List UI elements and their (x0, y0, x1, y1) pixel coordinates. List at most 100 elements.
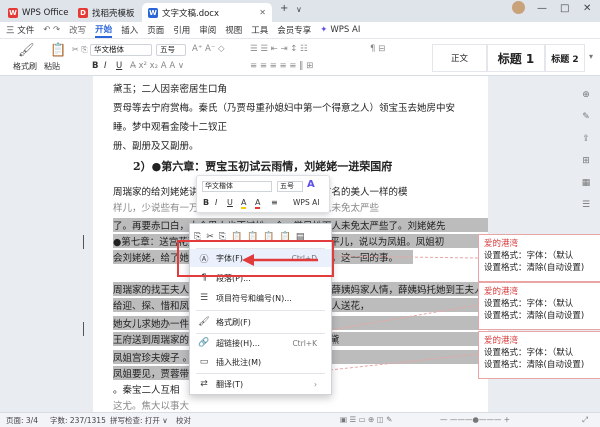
mini-font-size-select[interactable]: 五号 (277, 181, 303, 192)
text-cursor-marker (83, 322, 84, 336)
wps-ai-button[interactable]: ✦ WPS AI (320, 25, 360, 35)
mini-underline-button[interactable]: U (227, 198, 233, 207)
word-count[interactable]: 字数: 237/1315 (50, 415, 106, 426)
mini-italic-button[interactable]: I (215, 198, 217, 207)
close-tab-icon[interactable]: ✕ (259, 8, 266, 17)
paragraph-tools[interactable]: ¶ ⊟ (370, 44, 385, 54)
spell-check-toggle[interactable]: 拼写检查: 打开 ∨ (110, 415, 168, 426)
tab-insert[interactable]: 插入 (121, 24, 138, 36)
clipboard-tools[interactable]: ✂ ⎘ (72, 45, 88, 55)
mini-font-name-select[interactable]: 华文楷体 (202, 181, 272, 192)
style-heading2[interactable]: 标题 2 (545, 44, 585, 72)
style-heading2-label: 标题 2 (551, 54, 579, 65)
comment-text: 设置格式：字体：（默认 (484, 299, 574, 309)
tab-member[interactable]: 会员专享 (277, 24, 311, 36)
menu-item-bullets[interactable]: ☰ 项目符号和编号(N)... (190, 289, 331, 307)
format-brush-icon: 🖌 (198, 317, 210, 327)
format-brush-label[interactable]: 格式刷 (13, 61, 37, 72)
menu-separator (196, 373, 325, 374)
paste-icon[interactable]: 📋 (50, 43, 66, 58)
comment-card[interactable]: 爱的港湾 设置格式：字体：（默认 设置格式：清除(自动设置) (478, 282, 600, 330)
new-tab-button[interactable]: + (280, 3, 288, 14)
undo-redo-buttons[interactable]: ↶ ↷ (43, 25, 60, 35)
page-indicator[interactable]: 页面: 3/4 (6, 415, 38, 426)
title-bar: W WPS Office D 找稻壳模板 W 文字文稿.docx ✕ + ∨ —… (0, 0, 600, 22)
sidebar-format-icon[interactable]: ⊞ (578, 150, 594, 172)
comment-text: 设置格式：清除(自动设置) (484, 360, 585, 370)
mini-wps-ai-button[interactable]: WPS AI (293, 198, 319, 207)
tab-wps-office[interactable]: W WPS Office (2, 3, 74, 22)
minimize-button[interactable]: — (537, 3, 547, 14)
sidebar-table-icon[interactable]: ▦ (578, 172, 594, 194)
style-normal[interactable]: 正文 (432, 44, 487, 72)
status-bar: 页面: 3/4 字数: 237/1315 拼写检查: 打开 ∨ 校对 ▣ ☰ ▭… (0, 412, 600, 427)
menu-item-translate[interactable]: ⇄ 翻译(T) › (190, 375, 331, 393)
tab-list-button[interactable]: ∨ (296, 5, 302, 14)
mini-font-color-button[interactable]: A (255, 198, 261, 209)
paste-label[interactable]: 粘贴 (44, 61, 60, 72)
comment-icon: ▭ (199, 357, 209, 367)
font-size-select[interactable]: 五号 (156, 44, 186, 56)
bullets-icon: ☰ (199, 293, 209, 303)
close-window-button[interactable]: ✕ (583, 3, 591, 14)
menu-item-insert-comment[interactable]: ▭ 插入批注(M) (190, 353, 331, 371)
mini-bold-button[interactable]: B (203, 198, 209, 207)
style-heading1[interactable]: 标题 1 (487, 44, 545, 72)
comment-text: 设置格式：字体：（默认 (484, 348, 574, 358)
menu-separator (196, 310, 325, 311)
doc-line: 。秦宝二人互相 (113, 385, 180, 396)
sidebar-share-icon[interactable]: ⇪ (578, 128, 594, 150)
proofread-button[interactable]: 校对 (176, 415, 191, 426)
align-buttons[interactable]: ≡ ≡ ≡ ≡ ≡ ‖ ⊞ (250, 61, 313, 71)
menu-item-hyperlink[interactable]: 🔗 超链接(H)... Ctrl+K (190, 334, 331, 352)
font-name-select[interactable]: 华文楷体 (90, 44, 152, 56)
annotation-arrow (242, 254, 318, 266)
comment-connectors (330, 255, 479, 371)
view-mode-buttons[interactable]: ▣ ☰ ▭ ⊕ ◫ ✎ (340, 415, 392, 424)
avatar[interactable] (512, 1, 525, 17)
doc-line: 睡。梦中观看金陵十二钗正 (113, 122, 228, 133)
menu-item-label: 插入批注(M) (216, 357, 262, 367)
maximize-button[interactable]: □ (560, 3, 569, 14)
doc-w-icon: W (148, 7, 158, 18)
tab-view[interactable]: 视图 (225, 24, 242, 36)
comment-card[interactable]: 爱的港湾 设置格式：字体：（默认 设置格式：清除(自动设置) (478, 331, 600, 379)
submenu-chevron-icon: › (314, 379, 317, 389)
menu-item-label: 项目符号和编号(N)... (216, 293, 292, 303)
mini-highlight-button[interactable]: A (241, 198, 247, 209)
styles-more-icon[interactable]: ▾ (589, 52, 593, 61)
sidebar-style-icon[interactable]: ⊕ (578, 84, 594, 106)
tab-label: WPS Office (22, 7, 69, 18)
tab-home[interactable]: 开始 (95, 23, 113, 38)
font-effects-buttons[interactable]: A̶ x² x₂ A A ∨ (130, 61, 184, 71)
font-grow-shrink[interactable]: A⁺ A⁻ ◇ (192, 44, 225, 54)
underline-button[interactable]: U (116, 61, 122, 71)
file-menu[interactable]: 三 文件 (6, 24, 34, 36)
tab-document[interactable]: W 文字文稿.docx ✕ (142, 3, 272, 22)
tab-review[interactable]: 审阅 (199, 24, 216, 36)
text-cursor-marker (83, 235, 84, 249)
list-buttons[interactable]: ☰ ☰ ⇤ ⇥ ↕ ☷ (250, 44, 308, 54)
tab-docer[interactable]: D 找稻壳模板 (72, 3, 141, 22)
menu-item-format-brush[interactable]: 🖌 格式刷(F) (190, 313, 331, 331)
italic-button[interactable]: I (104, 61, 107, 71)
wps-ai-icon: ✦ (320, 25, 331, 35)
comment-text: 设置格式：清除(自动设置) (484, 311, 585, 321)
mini-align-button[interactable]: ≡ (271, 198, 278, 207)
floating-format-toolbar: 华文楷体 五号 A B I U A A ≡ WPS AI (196, 175, 330, 213)
menu-item-label: 超链接(H)... (216, 338, 260, 348)
tab-page[interactable]: 页面 (147, 24, 164, 36)
overwrite-toggle[interactable]: 改写 (69, 24, 86, 36)
sidebar-layout-icon[interactable]: ☰ (578, 194, 594, 216)
bold-button[interactable]: B (92, 61, 98, 71)
mini-ai-logo-icon[interactable]: A (307, 179, 315, 190)
zoom-controls[interactable]: — ———●——— + (440, 415, 510, 424)
tab-reference[interactable]: 引用 (173, 24, 190, 36)
format-brush-icon[interactable]: 🖌 (18, 43, 35, 58)
tab-tools[interactable]: 工具 (251, 24, 268, 36)
sidebar-tools-icon[interactable]: ✎ (578, 106, 594, 128)
fullscreen-icon[interactable]: ⤢ (582, 415, 588, 425)
doc-line: 黛玉；二人因亲密居生口角 (113, 84, 228, 95)
comment-card[interactable]: 爱的港湾 设置格式：字体：（默认 设置格式：清除(自动设置) (478, 234, 600, 282)
doc-line: 册、副册及又副册。 (113, 141, 199, 152)
